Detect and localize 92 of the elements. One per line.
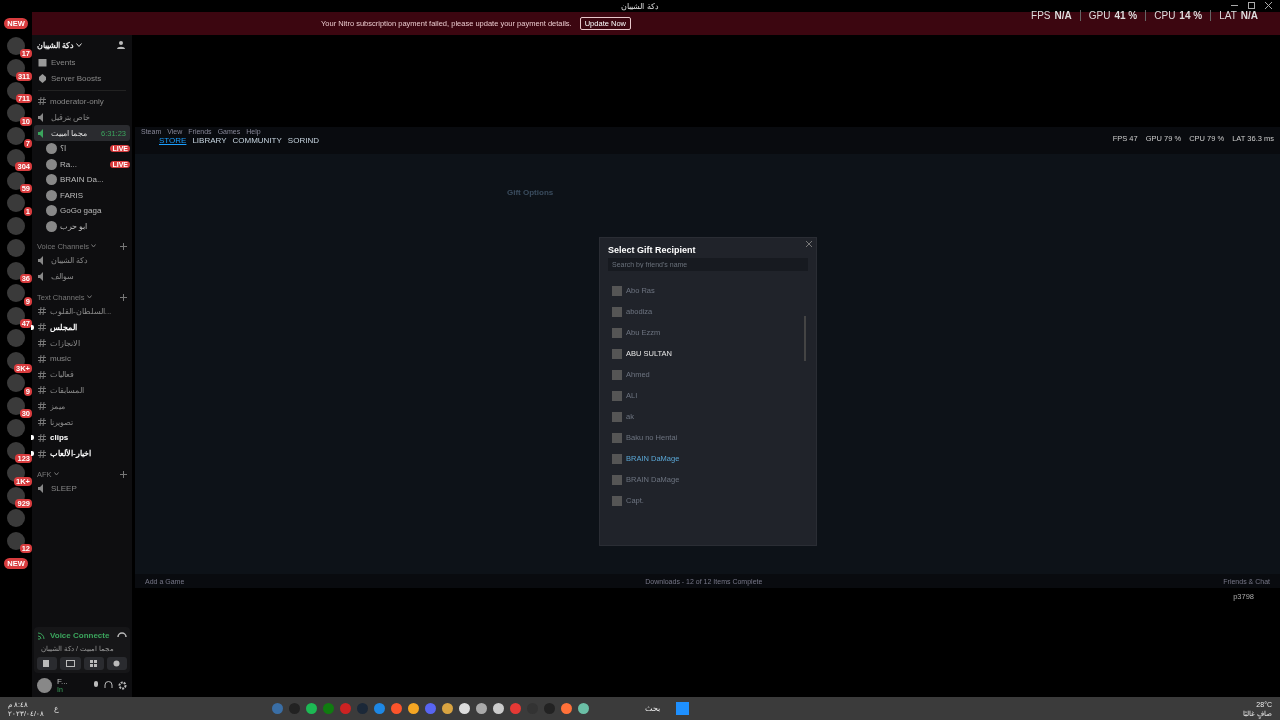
- disconnect-icon[interactable]: [117, 632, 127, 638]
- hash-icon: [38, 354, 46, 363]
- channel-item[interactable]: سوالف: [34, 268, 130, 285]
- server-name[interactable]: دكة الشيبان: [37, 40, 75, 50]
- headphones-icon[interactable]: [104, 680, 113, 690]
- sidebar-item[interactable]: Events: [51, 58, 76, 68]
- channel-item[interactable]: المسابقات: [34, 382, 130, 399]
- voice-status: Voice Connecte: [50, 630, 111, 640]
- hash-icon: [38, 449, 46, 458]
- channel-item[interactable]: الانجازات: [34, 335, 130, 351]
- stat-label: CPU: [1154, 10, 1176, 21]
- hash-icon: [38, 97, 46, 106]
- taskbar-app-icon[interactable]: [578, 703, 590, 714]
- channel-item[interactable]: تصويرنا: [34, 414, 130, 430]
- stat-label: FPS: [1031, 10, 1051, 21]
- screen-share-button[interactable]: [60, 657, 81, 670]
- user-avatar: [46, 205, 57, 217]
- microphone-icon[interactable]: [93, 680, 99, 690]
- user-avatar[interactable]: [37, 677, 52, 693]
- user-avatar: [46, 174, 57, 186]
- add-user-icon[interactable]: [117, 40, 127, 50]
- hash-icon: [38, 386, 46, 395]
- channel-item[interactable]: فعاليات: [34, 366, 130, 383]
- maximize-icon[interactable]: [1248, 2, 1255, 9]
- steam-tab[interactable]: COMMUNITY: [232, 136, 282, 145]
- taskbar-app-icon[interactable]: [459, 703, 471, 714]
- grid-icon: [90, 660, 98, 667]
- taskbar-app-icon[interactable]: [306, 703, 318, 714]
- plus-icon[interactable]: [120, 470, 127, 478]
- voice-user-name[interactable]: ابو حرب: [60, 221, 88, 231]
- voice-user-name[interactable]: BRAIN Da...: [60, 175, 104, 185]
- voice-user-name[interactable]: GoGo gaga: [60, 206, 102, 216]
- hash-icon: [38, 418, 46, 427]
- taskbar-app-icon[interactable]: [391, 703, 403, 714]
- taskbar-app-icon[interactable]: [442, 703, 454, 714]
- hash-icon: [38, 339, 46, 348]
- hash-icon: [38, 370, 46, 379]
- minimize-icon[interactable]: [1231, 2, 1238, 9]
- dialog-title: Select Gift Recipient: [608, 245, 697, 255]
- voice-user-name[interactable]: Ra...: [60, 159, 77, 169]
- stat-value: 41 %: [1114, 10, 1138, 21]
- stat-label: LAT: [1219, 10, 1237, 21]
- user-avatar: [46, 143, 57, 155]
- monitor-icon: [65, 660, 75, 667]
- channel-item[interactable]: clips: [34, 429, 130, 446]
- taskbar-app-icon[interactable]: [561, 703, 573, 714]
- language-indicator[interactable]: ع: [53, 704, 59, 713]
- taskbar-app-icon[interactable]: [408, 703, 420, 714]
- page-title: Gift Options: [507, 188, 554, 197]
- voice-user-name[interactable]: ا؟: [60, 144, 66, 154]
- user-avatar: [46, 158, 57, 170]
- channel-item[interactable]: اخبار-الألعاب: [34, 445, 130, 462]
- plus-icon[interactable]: [120, 293, 127, 301]
- hash-icon: [38, 402, 46, 411]
- plus-icon[interactable]: [120, 243, 127, 250]
- channel-item[interactable]: music: [34, 350, 130, 367]
- close-icon[interactable]: [1265, 2, 1272, 9]
- taskbar-app-icon[interactable]: [476, 703, 488, 714]
- camera-button[interactable]: [37, 657, 58, 670]
- user-avatar: [46, 220, 57, 232]
- user-name: F...: [57, 677, 69, 686]
- channel-item[interactable]: المجلس: [34, 319, 130, 336]
- boost-icon: [38, 74, 47, 84]
- channel-item[interactable]: دكة الشيبان: [34, 253, 130, 269]
- hash-icon: [38, 323, 46, 332]
- steam-tab[interactable]: LIBRARY: [192, 136, 227, 145]
- channel-item[interactable]: moderator-only: [34, 93, 130, 110]
- soundboard-button[interactable]: [106, 657, 127, 670]
- voice-user-name[interactable]: FARIS: [60, 190, 84, 200]
- close-icon[interactable]: [806, 241, 812, 247]
- hash-icon: [38, 307, 46, 316]
- stat-label: GPU: [1088, 10, 1111, 21]
- signal-icon: [37, 630, 47, 640]
- settings-icon[interactable]: [118, 680, 127, 690]
- activities-button[interactable]: [83, 657, 104, 670]
- hash-icon: [38, 433, 46, 442]
- stat-value: 14 %: [1179, 10, 1203, 21]
- channel-item[interactable]: SLEEP: [34, 480, 130, 497]
- stat-value: N/A: [1054, 10, 1072, 21]
- channel-item[interactable]: خاص بترقيل: [34, 109, 130, 126]
- channel-item[interactable]: السلطان-القلوب...: [34, 303, 130, 320]
- sidebar-item[interactable]: Server Boosts: [51, 74, 102, 84]
- start-icon[interactable]: [676, 702, 690, 715]
- channel-item[interactable]: ميمز: [34, 398, 130, 415]
- calendar-icon: [38, 58, 47, 68]
- taskbar-search[interactable]: بحث: [645, 704, 661, 713]
- taskbar-app-icon[interactable]: [493, 703, 505, 714]
- steam-tab[interactable]: SORIND: [287, 136, 319, 145]
- steam-tab[interactable]: STORE: [159, 136, 187, 145]
- user-avatar: [46, 189, 57, 201]
- window-title: دكة الشيبان: [621, 1, 659, 11]
- stat-value: N/A: [1240, 10, 1258, 21]
